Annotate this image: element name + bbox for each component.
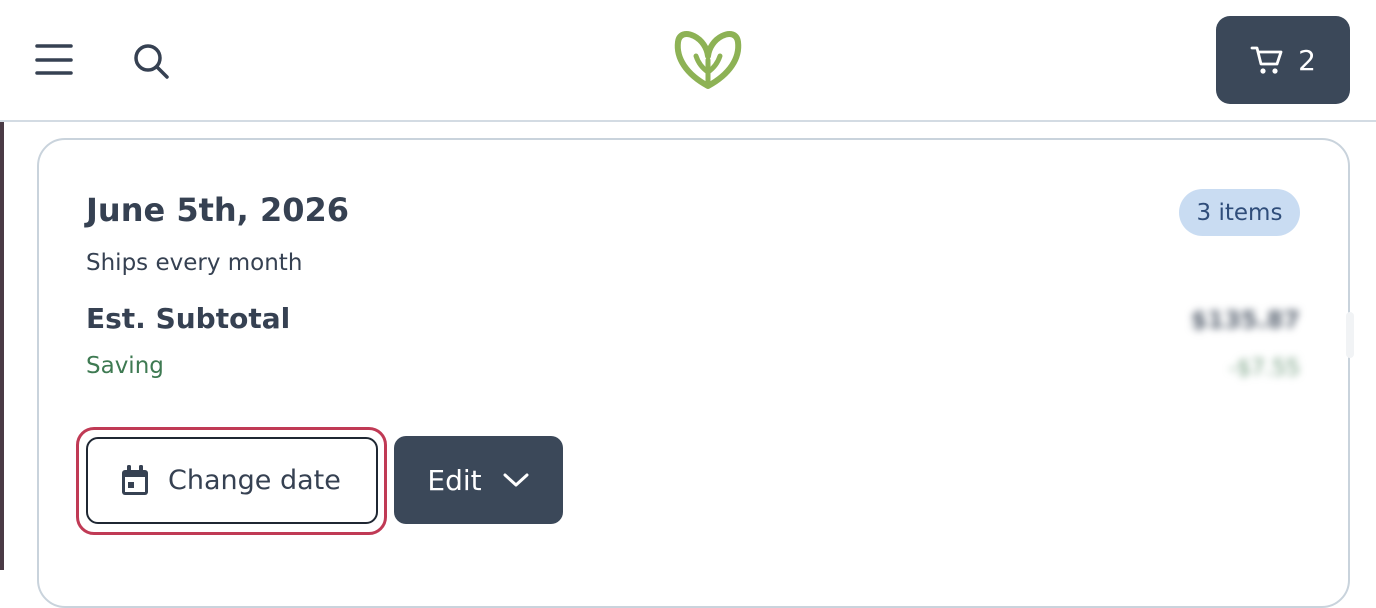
menu-button[interactable]	[34, 40, 74, 80]
cart-count: 2	[1298, 43, 1316, 77]
edit-dropdown-button[interactable]: Edit	[394, 436, 563, 524]
subtotal-value: $135.87	[1190, 306, 1300, 334]
change-date-button[interactable]: Change date	[86, 437, 378, 524]
leaf-heart-logo	[674, 31, 742, 89]
hamburger-menu-icon	[35, 44, 73, 75]
ship-frequency: Ships every month	[86, 250, 303, 276]
site-header: 2	[0, 0, 1376, 121]
delivery-date: June 5th, 2026	[86, 191, 350, 229]
change-date-label: Change date	[168, 465, 341, 496]
header-divider	[0, 120, 1376, 122]
saving-value: -$7.55	[1229, 356, 1300, 381]
cart-button[interactable]: 2	[1216, 16, 1350, 104]
brand-logo[interactable]	[672, 28, 744, 92]
saving-label: Saving	[86, 353, 164, 379]
shopping-cart-icon	[1250, 46, 1283, 74]
calendar-icon	[122, 464, 148, 495]
items-count-badge: 3 items	[1179, 189, 1300, 236]
search-button[interactable]	[130, 40, 172, 82]
subtotal-label: Est. Subtotal	[86, 302, 291, 335]
scroll-indicator[interactable]	[1346, 312, 1354, 358]
search-icon	[134, 44, 169, 79]
chevron-down-icon	[503, 473, 529, 487]
edit-label: Edit	[427, 463, 482, 497]
